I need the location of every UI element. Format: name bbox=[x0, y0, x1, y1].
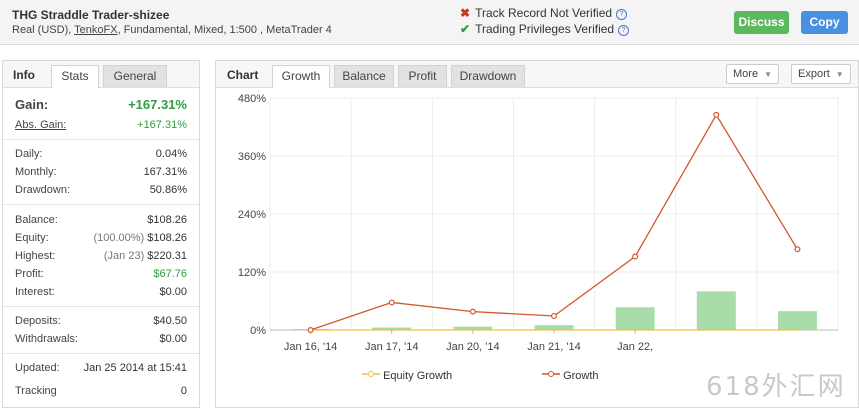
check-icon: ✔ bbox=[460, 22, 471, 36]
account-title: THG Straddle Trader-shizee bbox=[12, 8, 170, 22]
watermark: 618外汇网 bbox=[706, 372, 846, 402]
trading-privileges-status: ✔ Trading Privileges Verified? bbox=[460, 22, 630, 36]
stat-updated: Updated: Jan 25 2014 at 15:41 bbox=[15, 362, 187, 374]
info-panel: Info Stats General Gain: +167.31% Abs. Ga… bbox=[2, 60, 200, 408]
divider bbox=[3, 139, 199, 140]
stat-equity: Equity: (100.00%) $108.26 bbox=[15, 232, 187, 244]
chart-panel: Chart Growth Balance Profit Drawdown Mor… bbox=[215, 60, 859, 408]
stat-deposits: Deposits: $40.50 bbox=[15, 315, 187, 327]
tab-stats[interactable]: Stats bbox=[51, 65, 99, 88]
equity-line-swatch bbox=[362, 371, 380, 377]
export-dropdown[interactable]: Export ▼ bbox=[791, 64, 851, 84]
broker-link[interactable]: TenkoFX bbox=[74, 24, 117, 36]
stat-daily: Daily: 0.04% bbox=[15, 148, 187, 160]
caret-down-icon: ▼ bbox=[764, 70, 772, 79]
stat-withdrawals: Withdrawals: $0.00 bbox=[15, 333, 187, 345]
copy-button[interactable]: Copy bbox=[801, 11, 848, 34]
cross-icon: ✖ bbox=[460, 6, 471, 20]
caret-down-icon: ▼ bbox=[835, 70, 844, 79]
stat-balance: Balance: $108.26 bbox=[15, 214, 187, 226]
chart-title: Chart bbox=[227, 68, 259, 82]
stat-monthly: Monthly: 167.31% bbox=[15, 166, 187, 178]
stat-highest: Highest: (Jan 23) $220.31 bbox=[15, 250, 187, 262]
legend-equity-growth[interactable]: Equity Growth bbox=[362, 369, 452, 382]
stat-drawdown: Drawdown: 50.86% bbox=[15, 184, 187, 196]
info-tabs: Info Stats General bbox=[3, 61, 199, 88]
stat-tracking: Tracking 0 bbox=[15, 385, 187, 397]
help-icon[interactable]: ? bbox=[618, 25, 630, 36]
trading-privileges-text: Trading Privileges Verified bbox=[475, 22, 615, 36]
growth-line-swatch bbox=[542, 371, 560, 377]
divider bbox=[3, 306, 199, 307]
divider bbox=[3, 353, 199, 354]
stat-profit: Profit: $67.76 bbox=[15, 268, 187, 280]
more-dropdown[interactable]: More ▼ bbox=[726, 64, 779, 84]
account-details: , Fundamental, Mixed, 1:500 , MetaTrader… bbox=[117, 24, 332, 36]
tab-profit[interactable]: Profit bbox=[398, 65, 447, 87]
account-header: THG Straddle Trader-shizee Real (USD), T… bbox=[0, 0, 859, 45]
discuss-button[interactable]: Discuss bbox=[734, 11, 789, 34]
tab-growth[interactable]: Growth bbox=[272, 65, 330, 88]
legend-growth[interactable]: Growth bbox=[542, 369, 599, 382]
help-icon[interactable]: ? bbox=[616, 9, 628, 20]
tab-drawdown[interactable]: Drawdown bbox=[451, 65, 525, 87]
account-type: Real (USD), bbox=[12, 24, 72, 36]
track-record-text: Track Record Not Verified bbox=[475, 6, 613, 20]
info-title: Info bbox=[13, 68, 35, 82]
stat-interest: Interest: $0.00 bbox=[15, 286, 187, 298]
stat-gain: Gain: +167.31% bbox=[15, 97, 187, 112]
divider bbox=[3, 204, 199, 205]
tab-balance[interactable]: Balance bbox=[334, 65, 394, 87]
track-record-status: ✖ Track Record Not Verified? bbox=[460, 6, 628, 20]
stat-abs-gain: Abs. Gain: +167.31% bbox=[15, 119, 187, 131]
tab-general[interactable]: General bbox=[103, 65, 167, 87]
account-subtitle: Real (USD), TenkoFX, Fundamental, Mixed,… bbox=[12, 24, 332, 36]
chart-tabs: Chart Growth Balance Profit Drawdown Mor… bbox=[216, 61, 858, 88]
